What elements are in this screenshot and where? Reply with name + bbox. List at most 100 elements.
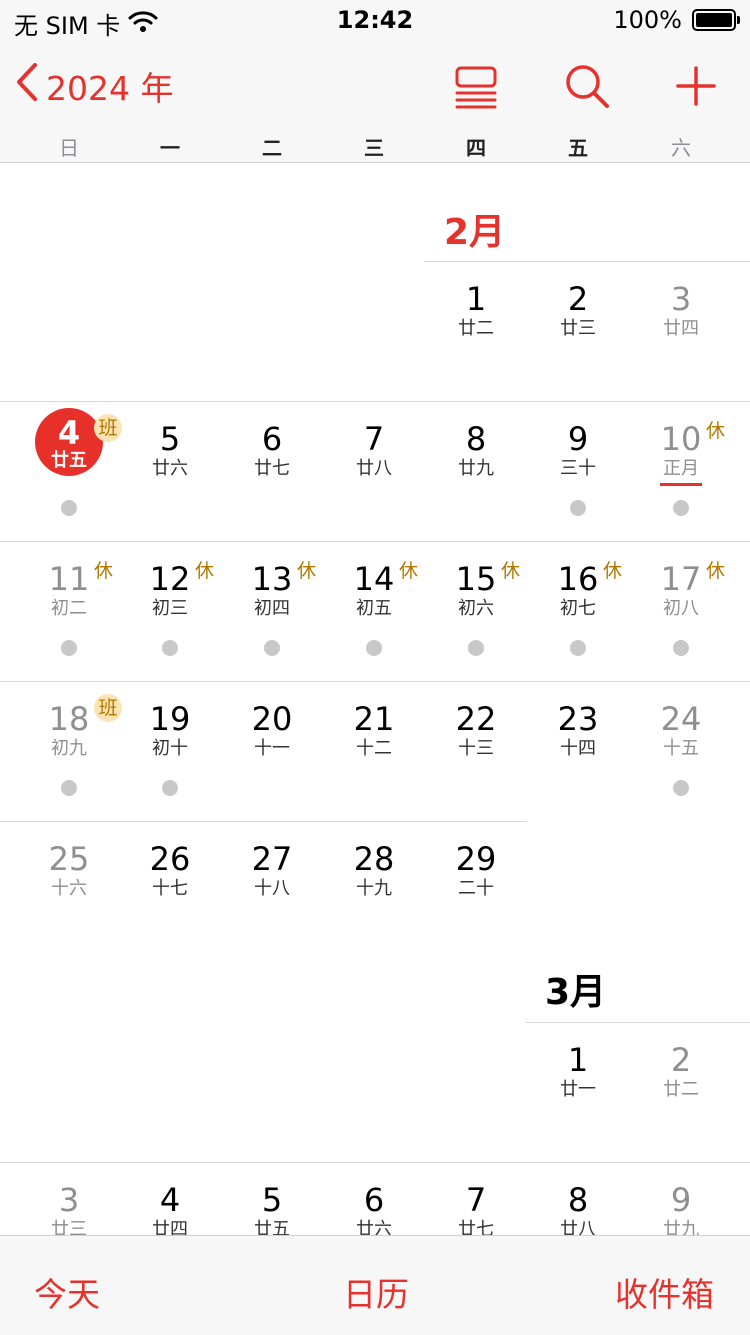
day-cell[interactable]: 9 三十 xyxy=(527,402,629,542)
day-cell[interactable]: 19 初十 xyxy=(119,682,221,822)
month-calendar[interactable]: 2月 3月 1 廿二 2 廿三 3 廿四 4 廿五班 5 廿六 6 廿七 7 廿八 8 廿九 9 三十 10 正月休 1… xyxy=(0,163,750,1235)
lunar-date: 廿六 xyxy=(152,458,188,479)
lunar-date: 初二 xyxy=(51,598,87,619)
day-cell[interactable]: 20 十一 xyxy=(221,682,323,822)
weekday-wed: 三 xyxy=(364,136,384,160)
day-number: 7 xyxy=(465,1181,487,1219)
day-number: 27 xyxy=(251,840,293,878)
chevron-left-icon xyxy=(16,63,38,109)
list-view-icon[interactable] xyxy=(452,62,500,110)
holiday-badge: 休 xyxy=(603,560,623,582)
day-number: 24 xyxy=(660,700,702,738)
lunar-date: 正月 xyxy=(663,458,699,479)
day-cell[interactable]: 26 十七 xyxy=(119,822,221,962)
day-cell[interactable]: 2 廿三 xyxy=(527,262,629,402)
day-number: 28 xyxy=(353,840,395,878)
day-cell[interactable]: 9 廿九 xyxy=(630,1163,732,1235)
day-cell[interactable]: 5 廿六 xyxy=(119,402,221,542)
day-cell[interactable]: 7 廿八 xyxy=(323,402,425,542)
day-number: 21 xyxy=(353,700,395,738)
holiday-badge: 休 xyxy=(706,560,726,582)
holiday-badge: 休 xyxy=(501,560,521,582)
event-dot xyxy=(570,500,586,516)
calendars-button[interactable]: 日历 xyxy=(343,1268,409,1316)
battery-percent: 100% xyxy=(613,6,682,34)
day-cell[interactable]: 22 十三 xyxy=(425,682,527,822)
day-cell[interactable]: 18 初九班 xyxy=(18,682,122,822)
day-number: 8 xyxy=(567,1181,589,1219)
day-cell[interactable]: 16 初七休 xyxy=(527,542,629,682)
day-cell[interactable]: 5 廿五 xyxy=(221,1163,323,1235)
lunar-date: 十九 xyxy=(356,878,392,899)
day-cell[interactable]: 27 十八 xyxy=(221,822,323,962)
lunar-date: 廿三 xyxy=(560,318,596,339)
day-cell[interactable]: 3 廿三 xyxy=(18,1163,120,1235)
day-number: 1 xyxy=(567,1041,589,1079)
day-cell[interactable]: 4 廿五班 xyxy=(18,402,122,542)
lunar-date: 二十 xyxy=(458,878,494,899)
weekday-sat: 六 xyxy=(671,136,691,160)
day-number: 6 xyxy=(261,420,283,458)
day-cell[interactable]: 28 十九 xyxy=(323,822,425,962)
lunar-date: 廿四 xyxy=(152,1219,188,1235)
lunar-date: 廿六 xyxy=(356,1219,392,1235)
day-number: 8 xyxy=(465,420,487,458)
holiday-badge: 休 xyxy=(94,560,114,582)
status-bar: 无 SIM 卡 12:42 100% xyxy=(0,0,750,40)
weekday-thu: 四 xyxy=(466,136,486,160)
day-cell[interactable]: 11 初二休 xyxy=(18,542,120,682)
day-cell[interactable]: 8 廿九 xyxy=(425,402,527,542)
lunar-date: 廿八 xyxy=(560,1219,596,1235)
day-number: 2 xyxy=(670,1041,692,1079)
day-number: 9 xyxy=(670,1181,692,1219)
day-cell[interactable]: 12 初三休 xyxy=(119,542,221,682)
search-icon[interactable] xyxy=(563,62,611,110)
day-cell[interactable]: 21 十二 xyxy=(323,682,425,822)
inbox-button[interactable]: 收件箱 xyxy=(615,1268,714,1316)
day-cell[interactable]: 14 初五休 xyxy=(323,542,425,682)
back-to-year-button[interactable]: 2024 年 xyxy=(16,62,173,110)
day-cell[interactable]: 24 十五 xyxy=(630,682,732,822)
day-cell[interactable]: 29 二十 xyxy=(425,822,527,962)
day-cell[interactable]: 7 廿七 xyxy=(425,1163,527,1235)
lunar-date: 三十 xyxy=(560,458,596,479)
lunar-date: 十一 xyxy=(254,738,290,759)
day-number: 22 xyxy=(455,700,497,738)
battery-icon xyxy=(692,9,740,31)
lunar-date: 廿九 xyxy=(458,458,494,479)
day-cell[interactable]: 25 十六 xyxy=(18,822,120,962)
lunar-date: 廿七 xyxy=(254,458,290,479)
day-cell[interactable]: 3 廿四 xyxy=(630,262,732,402)
day-cell[interactable]: 6 廿七 xyxy=(221,402,323,542)
day-cell[interactable]: 1 廿一 xyxy=(527,1023,629,1163)
day-cell[interactable]: 23 十四 xyxy=(527,682,629,822)
lunar-date: 初八 xyxy=(663,598,699,619)
day-cell[interactable]: 4 廿四 xyxy=(119,1163,221,1235)
add-event-icon[interactable] xyxy=(672,62,720,110)
day-cell[interactable]: 15 初六休 xyxy=(425,542,527,682)
holiday-badge: 休 xyxy=(706,420,726,442)
day-cell[interactable]: 1 廿二 xyxy=(425,262,527,402)
day-number: 5 xyxy=(261,1181,283,1219)
weekday-sun: 日 xyxy=(59,136,79,160)
holiday-badge: 休 xyxy=(195,560,215,582)
day-cell[interactable]: 13 初四休 xyxy=(221,542,323,682)
event-dot xyxy=(162,640,178,656)
today-button[interactable]: 今天 xyxy=(34,1268,100,1316)
event-dot xyxy=(264,640,280,656)
back-label: 2024 年 xyxy=(46,69,174,108)
day-cell[interactable]: 8 廿八 xyxy=(527,1163,629,1235)
day-cell[interactable]: 6 廿六 xyxy=(323,1163,425,1235)
holiday-badge: 休 xyxy=(399,560,419,582)
day-cell[interactable]: 17 初八休 xyxy=(630,542,732,682)
day-number: 9 xyxy=(567,420,589,458)
lunar-date: 十八 xyxy=(254,878,290,899)
lunar-date: 廿五 xyxy=(51,450,87,471)
lunar-date: 廿八 xyxy=(356,458,392,479)
lunar-month-underline xyxy=(660,483,702,486)
lunar-date: 廿一 xyxy=(560,1079,596,1100)
day-cell[interactable]: 2 廿二 xyxy=(630,1023,732,1163)
lunar-date: 初七 xyxy=(560,598,596,619)
day-cell[interactable]: 10 正月休 xyxy=(630,402,732,542)
event-dot xyxy=(673,640,689,656)
